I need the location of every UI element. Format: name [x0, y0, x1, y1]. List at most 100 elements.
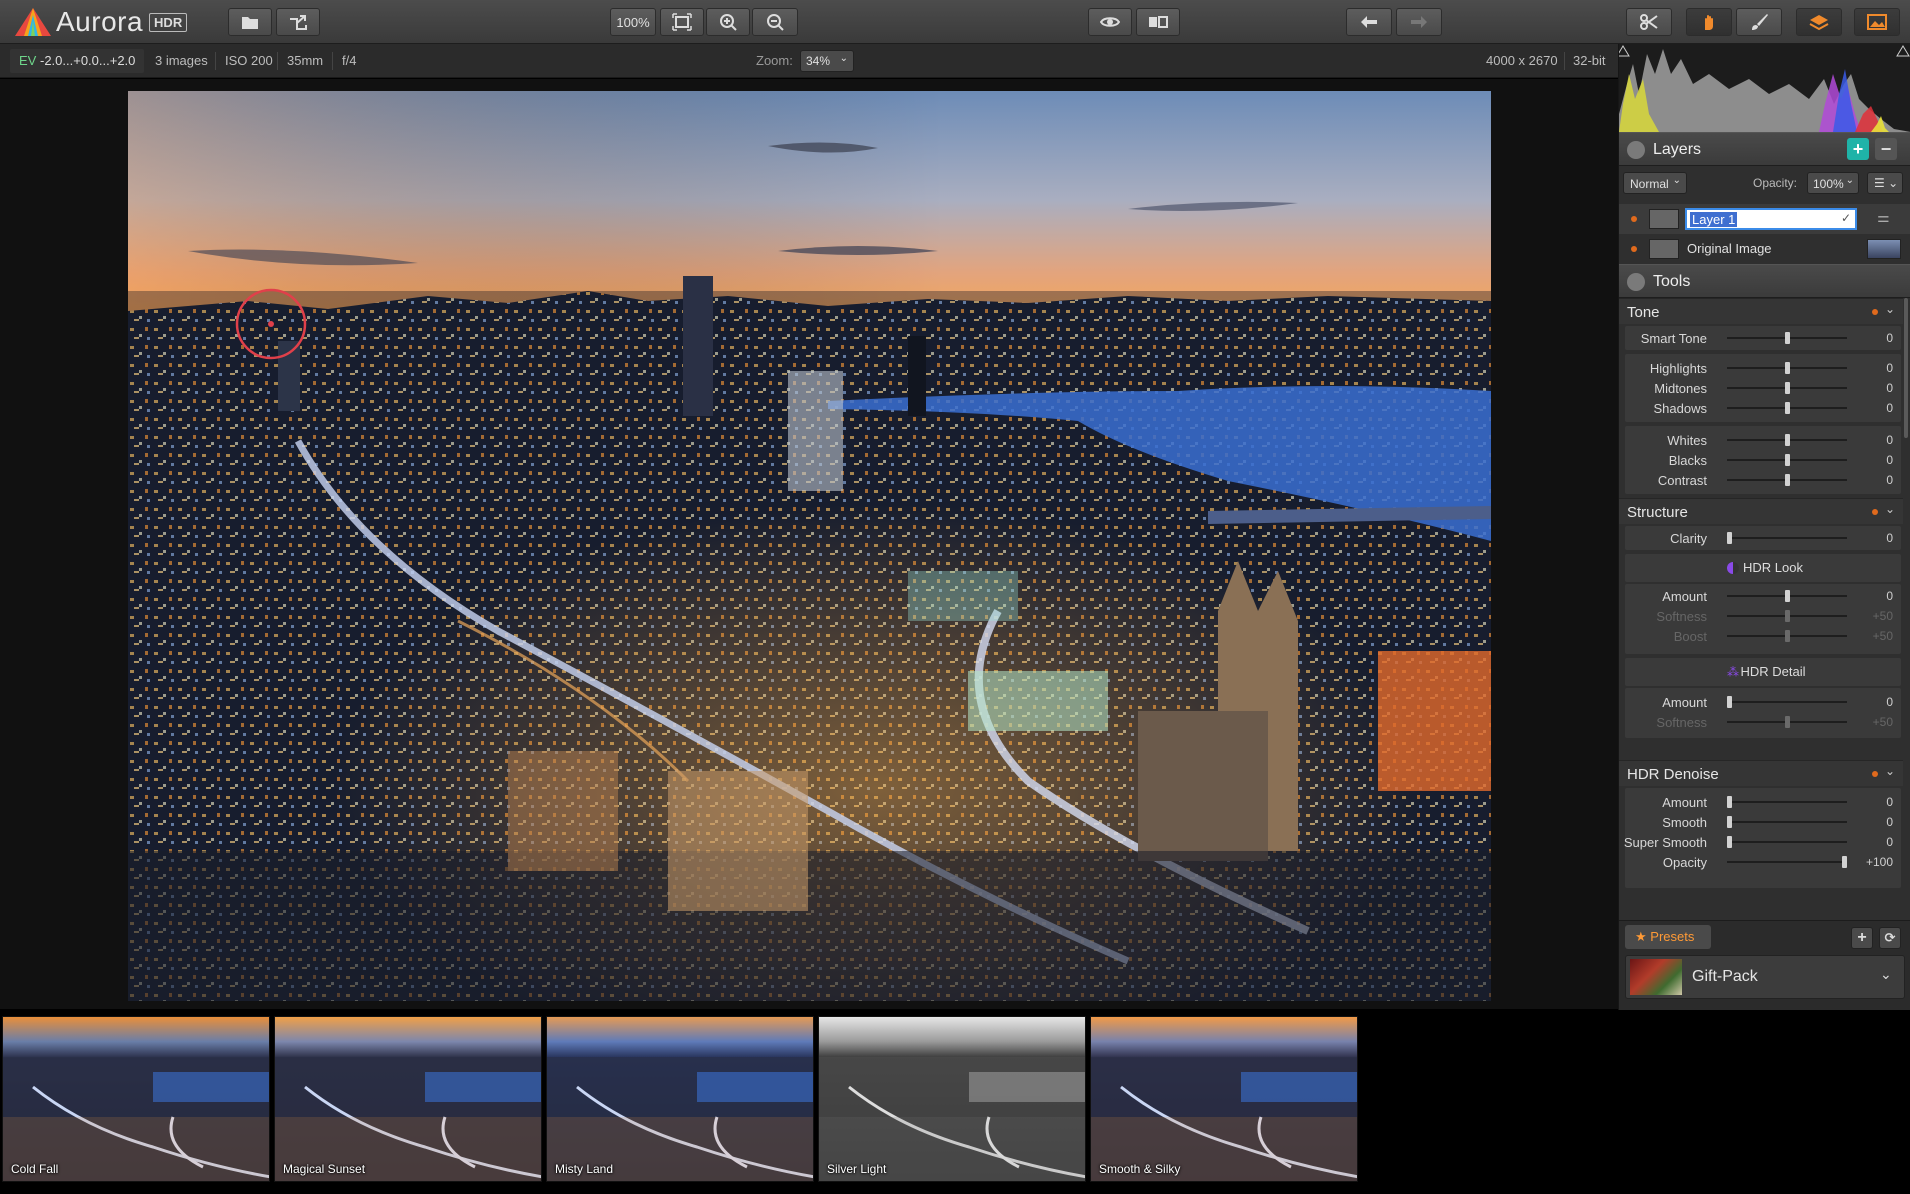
- slider-track[interactable]: [1727, 332, 1847, 344]
- slider-track[interactable]: [1727, 610, 1847, 622]
- slider-track[interactable]: [1727, 836, 1847, 848]
- zoom-in-button[interactable]: [706, 8, 750, 36]
- slider-value[interactable]: +50: [1855, 715, 1893, 729]
- preview-toggle-button[interactable]: [1088, 8, 1132, 36]
- undo-button[interactable]: [1346, 8, 1392, 36]
- compare-button[interactable]: [1136, 8, 1180, 36]
- layer-settings-icon[interactable]: ⚌: [1877, 209, 1890, 226]
- slider-handle[interactable]: [1727, 816, 1732, 828]
- zoom-out-button[interactable]: [752, 8, 798, 36]
- slider-track[interactable]: [1727, 362, 1847, 374]
- blend-mode-dropdown[interactable]: Normal ⌄: [1623, 172, 1687, 194]
- add-preset-button[interactable]: +: [1851, 927, 1873, 949]
- slider-handle[interactable]: [1784, 590, 1790, 602]
- slider-value[interactable]: 0: [1855, 381, 1893, 395]
- layer-row[interactable]: Layer 1 ✓ ⚌: [1619, 204, 1910, 234]
- slider-value[interactable]: 0: [1855, 589, 1893, 603]
- slider-track[interactable]: [1727, 474, 1847, 486]
- refresh-presets-button[interactable]: ⟳: [1879, 927, 1901, 949]
- slider-value[interactable]: +100: [1855, 855, 1893, 869]
- preset-thumbnail[interactable]: Silver Light: [818, 1016, 1086, 1182]
- slider-track[interactable]: [1727, 382, 1847, 394]
- layer-visibility-dot[interactable]: [1631, 216, 1637, 222]
- slider-track[interactable]: [1727, 816, 1847, 828]
- brush-tool-button[interactable]: [1736, 8, 1782, 36]
- slider-handle[interactable]: [1784, 402, 1790, 414]
- slider-value[interactable]: 0: [1855, 473, 1893, 487]
- chevron-down-icon[interactable]: ⌄: [1885, 764, 1895, 778]
- main-photo[interactable]: [128, 91, 1491, 1001]
- slider-value[interactable]: 0: [1855, 835, 1893, 849]
- chevron-down-icon[interactable]: ⌄: [1885, 302, 1895, 316]
- tone-section-header[interactable]: Tone ⌄: [1619, 298, 1903, 324]
- slider-track[interactable]: [1727, 696, 1847, 708]
- open-button[interactable]: [228, 8, 272, 36]
- section-enabled-dot[interactable]: [1872, 771, 1878, 777]
- slider-track[interactable]: [1727, 590, 1847, 602]
- slider-value[interactable]: 0: [1855, 453, 1893, 467]
- slider-handle[interactable]: [1784, 474, 1790, 486]
- slider-value[interactable]: 0: [1855, 331, 1893, 345]
- slider-handle[interactable]: [1727, 696, 1732, 708]
- slider-handle[interactable]: [1727, 532, 1732, 544]
- preset-category-dropdown[interactable]: Gift-Pack ⌄: [1625, 955, 1905, 999]
- chevron-down-icon[interactable]: ⌄: [1885, 502, 1895, 516]
- section-enabled-dot[interactable]: [1872, 309, 1878, 315]
- slider-value[interactable]: 0: [1855, 795, 1893, 809]
- slider-handle[interactable]: [1784, 610, 1790, 622]
- hand-tool-button[interactable]: [1686, 8, 1732, 36]
- remove-layer-button[interactable]: −: [1875, 138, 1897, 160]
- slider-handle[interactable]: [1784, 434, 1790, 446]
- tools-scroll-area[interactable]: Tone ⌄ Smart Tone 0 Highlights 0 Midtones 0 Sh…: [1619, 298, 1910, 964]
- preset-thumbnail[interactable]: Cold Fall: [2, 1016, 270, 1182]
- slider-value[interactable]: +50: [1855, 609, 1893, 623]
- zoom-100-button[interactable]: 100%: [610, 8, 656, 36]
- structure-section-header[interactable]: Structure ⌄: [1619, 498, 1903, 524]
- layer-name-field[interactable]: Layer 1 ✓: [1685, 208, 1857, 230]
- preset-thumbnail[interactable]: Smooth & Silky: [1090, 1016, 1358, 1182]
- slider-handle[interactable]: [1842, 856, 1847, 868]
- slider-track[interactable]: [1727, 454, 1847, 466]
- slider-value[interactable]: 0: [1855, 531, 1893, 545]
- section-enabled-dot[interactable]: [1872, 509, 1878, 515]
- slider-track[interactable]: [1727, 532, 1847, 544]
- slider-handle[interactable]: [1784, 382, 1790, 394]
- slider-value[interactable]: 0: [1855, 433, 1893, 447]
- slider-handle[interactable]: [1784, 332, 1790, 344]
- slider-track[interactable]: [1727, 402, 1847, 414]
- slider-value[interactable]: 0: [1855, 815, 1893, 829]
- tools-scrollbar[interactable]: [1904, 298, 1908, 438]
- canvas-area[interactable]: [0, 79, 1618, 1009]
- slider-value[interactable]: 0: [1855, 401, 1893, 415]
- fit-to-screen-button[interactable]: [660, 8, 704, 36]
- layers-toggle-button[interactable]: [1796, 8, 1842, 36]
- redo-button[interactable]: [1396, 8, 1442, 36]
- crop-tool-button[interactable]: [1626, 8, 1672, 36]
- share-button[interactable]: [276, 8, 320, 36]
- histogram-toggle-button[interactable]: [1854, 8, 1900, 36]
- add-layer-button[interactable]: +: [1847, 138, 1869, 160]
- layer-menu-button[interactable]: ☰ ⌄: [1867, 172, 1903, 194]
- denoise-section-header[interactable]: HDR Denoise ⌄: [1619, 760, 1903, 786]
- opacity-dropdown[interactable]: 100% ⌄: [1807, 172, 1859, 194]
- slider-track[interactable]: [1727, 716, 1847, 728]
- slider-handle[interactable]: [1784, 630, 1790, 642]
- preset-thumbnail[interactable]: Magical Sunset: [274, 1016, 542, 1182]
- slider-handle[interactable]: [1784, 362, 1790, 374]
- slider-handle[interactable]: [1727, 796, 1732, 808]
- presets-tab[interactable]: ★ Presets: [1625, 925, 1711, 949]
- slider-handle[interactable]: [1784, 454, 1790, 466]
- slider-track[interactable]: [1727, 630, 1847, 642]
- layer-row[interactable]: Original Image: [1619, 234, 1910, 264]
- slider-handle[interactable]: [1727, 836, 1732, 848]
- zoom-dropdown[interactable]: 34% ⌄: [800, 50, 854, 72]
- slider-value[interactable]: 0: [1855, 361, 1893, 375]
- slider-track[interactable]: [1727, 434, 1847, 446]
- slider-value[interactable]: +50: [1855, 629, 1893, 643]
- slider-handle[interactable]: [1784, 716, 1790, 728]
- slider-track[interactable]: [1727, 796, 1847, 808]
- preset-thumbnail[interactable]: Misty Land: [546, 1016, 814, 1182]
- slider-track[interactable]: [1727, 856, 1847, 868]
- slider-value[interactable]: 0: [1855, 695, 1893, 709]
- layer-visibility-dot[interactable]: [1631, 246, 1637, 252]
